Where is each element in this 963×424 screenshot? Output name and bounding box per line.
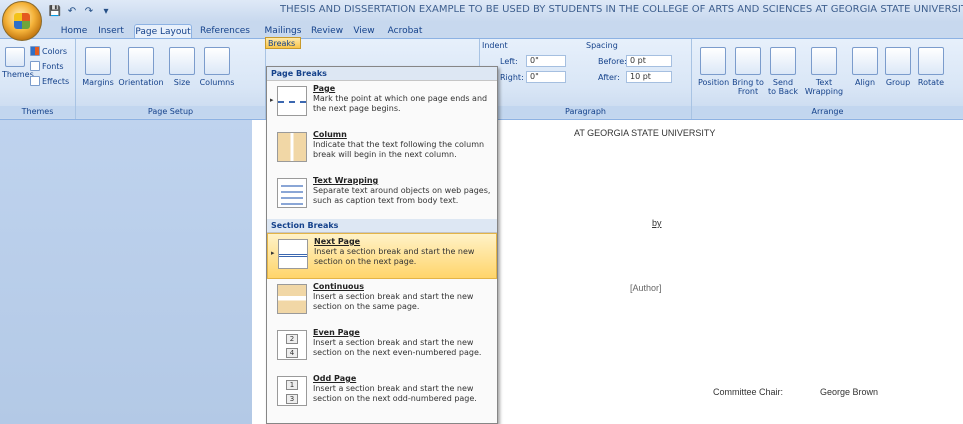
bring-to-front-icon [735, 47, 761, 75]
rotate-button[interactable]: Rotate [916, 47, 946, 87]
send-to-back-button[interactable]: Send to Back [768, 47, 798, 96]
themes-group-label: Themes [0, 106, 75, 118]
document-margin-area [0, 120, 252, 424]
breaks-menu: Page Breaks ▸ Page Mark the point at whic… [266, 66, 498, 424]
quick-access-toolbar: 💾 ↶ ↷ ▾ [48, 3, 113, 19]
tab-mailings[interactable]: Mailings [263, 24, 303, 38]
rotate-icon [918, 47, 944, 75]
effects-button[interactable]: Effects [30, 75, 69, 87]
tab-view[interactable]: View [350, 24, 378, 38]
effects-icon [30, 76, 40, 86]
position-icon [700, 47, 726, 75]
margins-icon [85, 47, 111, 75]
menu-item-odd-page-break[interactable]: 13 Odd Page Insert a section break and st… [267, 371, 497, 417]
margins-button[interactable]: Margins [80, 47, 116, 87]
arrange-group-label: Arrange [692, 106, 963, 118]
tab-page-layout[interactable]: Page Layout [134, 24, 192, 38]
menu-item-even-page-break[interactable]: 24 Even Page Insert a section break and s… [267, 325, 497, 371]
menu-item-column-break[interactable]: Column Indicate that the text following t… [267, 127, 497, 173]
align-button[interactable]: Align [852, 47, 878, 87]
columns-icon [204, 47, 230, 75]
doc-committee-chair-label: Committee Chair: [713, 387, 784, 397]
doc-by: by [652, 218, 662, 228]
paragraph-group-label: Paragraph [480, 106, 691, 118]
size-icon [169, 47, 195, 75]
colors-icon [30, 46, 40, 56]
indent-right-label: Right: [500, 73, 524, 82]
office-button[interactable] [2, 1, 42, 41]
indent-right-input[interactable]: 0" [526, 71, 566, 83]
page-setup-group-label: Page Setup [76, 106, 265, 118]
save-icon[interactable]: 💾 [48, 4, 62, 18]
size-button[interactable]: Size [168, 47, 196, 87]
orientation-icon [128, 47, 154, 75]
text-wrapping-icon [811, 47, 837, 75]
tab-references[interactable]: References [198, 24, 252, 38]
columns-button[interactable]: Columns [198, 47, 236, 87]
orientation-button[interactable]: Orientation [118, 47, 164, 87]
spacing-label: Spacing [586, 41, 618, 50]
position-button[interactable]: Position [698, 47, 729, 87]
arrow-indicator-icon: ▸ [270, 96, 274, 104]
menu-item-next-page-break[interactable]: ▸ Next Page Insert a section break and st… [267, 233, 497, 279]
themes-group: Themes Colors Fonts Effects Themes [0, 39, 76, 119]
tab-acrobat[interactable]: Acrobat [385, 24, 425, 38]
page-breaks-header: Page Breaks [267, 67, 497, 81]
next-page-break-icon [278, 239, 308, 269]
column-break-icon [277, 132, 307, 162]
spacing-before-label: Before: [598, 57, 627, 66]
section-breaks-header: Section Breaks [267, 219, 497, 233]
arrow-indicator-icon: ▸ [271, 249, 275, 257]
group-icon [885, 47, 911, 75]
odd-page-break-icon: 13 [277, 376, 307, 406]
spacing-after-label: After: [598, 73, 620, 82]
text-wrapping-break-icon [277, 178, 307, 208]
group-button[interactable]: Group [884, 47, 912, 87]
tab-home[interactable]: Home [58, 24, 90, 38]
themes-icon [5, 47, 25, 67]
send-to-back-icon [770, 47, 796, 75]
arrange-group: Position Bring to Front Send to Back Tex… [692, 39, 963, 119]
bring-to-front-button[interactable]: Bring to Front [732, 47, 764, 96]
text-wrapping-button[interactable]: Text Wrapping [804, 47, 844, 96]
breaks-button[interactable]: Breaks [265, 37, 301, 49]
menu-item-page-break[interactable]: ▸ Page Mark the point at which one page e… [267, 81, 497, 127]
fonts-icon [30, 61, 40, 71]
menu-item-text-wrapping-break[interactable]: Text Wrapping Separate text around object… [267, 173, 497, 219]
continuous-break-icon [277, 284, 307, 314]
window-title: THESIS AND DISSERTATION EXAMPLE TO BE US… [280, 4, 963, 15]
indent-left-label: Left: [500, 57, 518, 66]
spacing-before-input[interactable]: 0 pt [626, 55, 672, 67]
indent-left-input[interactable]: 0" [526, 55, 566, 67]
tab-review[interactable]: Review [310, 24, 344, 38]
colors-button[interactable]: Colors [30, 45, 67, 57]
themes-button[interactable]: Themes [2, 47, 34, 79]
indent-label: Indent [482, 41, 508, 50]
paragraph-group: Indent Left: 0" Right: 0" Spacing Before… [480, 39, 692, 119]
menu-item-continuous-break[interactable]: Continuous Insert a section break and sta… [267, 279, 497, 325]
tab-insert[interactable]: Insert [95, 24, 127, 38]
doc-committee-chair-name: George Brown [820, 387, 879, 397]
page-break-icon [277, 86, 307, 116]
redo-icon[interactable]: ↷ [82, 4, 96, 18]
ribbon-tabs: Home Insert Page Layout References Maili… [0, 22, 963, 38]
undo-icon[interactable]: ↶ [65, 4, 79, 18]
spacing-after-input[interactable]: 10 pt [626, 71, 672, 83]
fonts-button[interactable]: Fonts [30, 60, 64, 72]
page-setup-group: Margins Orientation Size Columns Breaks … [76, 37, 301, 119]
doc-university-line: AT GEORGIA STATE UNIVERSITY [574, 128, 716, 138]
doc-author-placeholder[interactable]: [Author] [630, 283, 662, 293]
align-icon [852, 47, 878, 75]
customize-qat-icon[interactable]: ▾ [99, 4, 113, 18]
even-page-break-icon: 24 [277, 330, 307, 360]
